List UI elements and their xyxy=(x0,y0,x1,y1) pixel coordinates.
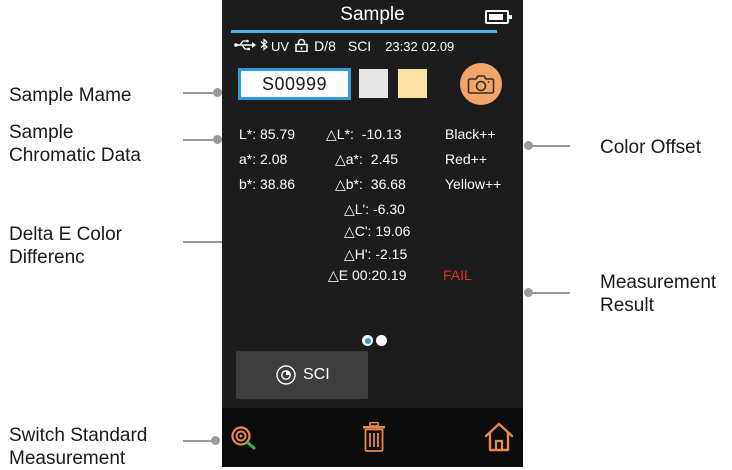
home-button[interactable] xyxy=(482,420,516,454)
mode-indicator: SCI xyxy=(347,38,372,54)
delta-b: △b*: 36.68 xyxy=(335,176,406,192)
callout-color-offset: Color Offset xyxy=(600,137,702,158)
sci-button-label: SCI xyxy=(303,366,330,383)
delete-button[interactable] xyxy=(362,421,386,452)
camera-button[interactable] xyxy=(460,63,502,105)
connector-switch-standard-dot xyxy=(211,436,220,445)
title-bar: Sample xyxy=(222,0,523,30)
screen-title: Sample xyxy=(340,4,405,25)
sample-row: S00999 xyxy=(238,63,508,105)
sample-name-field[interactable]: S00999 xyxy=(238,68,351,100)
lab-L: L*: 85.79 xyxy=(239,126,296,142)
delta-C-prime: △C': 19.06 xyxy=(344,223,411,239)
trash-icon xyxy=(362,421,386,456)
connector-measurement-result-dot xyxy=(524,288,533,297)
sample-color-swatch xyxy=(359,69,388,98)
callout-sample-name: Sample Mame xyxy=(9,85,132,106)
connector-sample-name xyxy=(183,92,217,94)
callout-delta-e: Delta E Color Differenc xyxy=(9,224,122,268)
title-accent-line xyxy=(231,30,497,33)
status-time: 23:32 xyxy=(385,38,418,54)
offset-desc-b: Yellow++ xyxy=(445,176,502,192)
bottom-toolbar xyxy=(222,408,523,467)
lab-b: b*: 38.86 xyxy=(239,176,296,192)
measurement-result: FAIL xyxy=(443,267,472,283)
status-date: 02.09 xyxy=(421,38,455,54)
offset-desc-a: Red++ xyxy=(445,151,488,167)
delta-a: △a*: 2.45 xyxy=(335,151,399,167)
callout-switch-standard: Switch Standard Measurement xyxy=(9,425,148,469)
delta-L-prime: △L': -6.30 xyxy=(344,201,405,217)
status-bar: UV D/8 SCI 23:32 02.09 xyxy=(234,38,454,54)
geometry-indicator: D/8 xyxy=(314,38,336,54)
connector-chromatic-dot xyxy=(213,135,222,144)
connector-color-offset-dot xyxy=(524,141,533,150)
callout-sample-chromatic: Sample Chromatic Data xyxy=(9,122,141,166)
lock-icon xyxy=(295,38,308,55)
standard-color-swatch xyxy=(398,69,427,98)
uv-indicator: UV xyxy=(271,38,290,54)
battery-icon xyxy=(485,10,512,24)
switch-standard-icon xyxy=(228,426,262,459)
sci-mode-button[interactable]: SCI xyxy=(236,351,368,399)
offset-desc-L: Black++ xyxy=(445,126,496,142)
lab-a: a*: 2.08 xyxy=(239,151,288,167)
connector-measurement-result xyxy=(528,292,570,294)
connector-sample-name-dot xyxy=(213,88,222,97)
page-dot-2[interactable] xyxy=(376,335,387,346)
home-icon xyxy=(482,422,516,458)
connector-chromatic xyxy=(183,139,217,141)
callout-measurement-result: Measurement Result xyxy=(600,272,717,316)
delta-e-value: △E 00:20.19 xyxy=(328,267,407,283)
switch-standard-button[interactable] xyxy=(228,421,262,455)
bluetooth-icon xyxy=(260,38,268,54)
delta-L: △L*: -10.13 xyxy=(326,126,402,142)
connector-color-offset xyxy=(528,145,570,147)
usb-icon xyxy=(234,39,256,54)
delta-H-prime: △H': -2.15 xyxy=(344,246,408,262)
page-dot-1[interactable] xyxy=(362,335,373,346)
device-screen: Sample UV D/8 SCI 23:32 02.09 S00999 L*:… xyxy=(222,0,523,467)
